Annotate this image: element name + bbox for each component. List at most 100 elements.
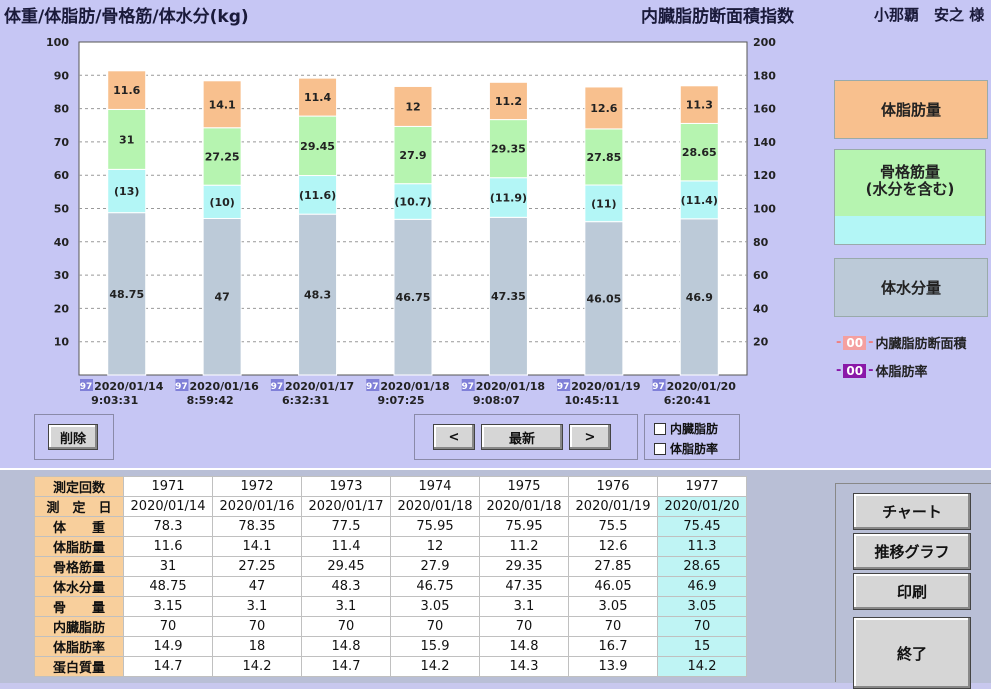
table-cell[interactable]: 13.9 — [568, 656, 658, 677]
id-tag-label: 97 — [461, 382, 474, 392]
table-cell[interactable]: 2020/01/17 — [301, 496, 391, 517]
table-cell[interactable]: 3.05 — [390, 596, 480, 617]
table-cell[interactable]: 2020/01/19 — [568, 496, 658, 517]
print-button[interactable]: 印刷 — [853, 573, 971, 610]
table-cell[interactable]: 78.3 — [123, 516, 213, 537]
table-cell[interactable]: 75.95 — [479, 516, 569, 537]
table-cell[interactable]: 3.1 — [301, 596, 391, 617]
table-cell[interactable]: 3.05 — [568, 596, 658, 617]
table-cell[interactable]: 1971 — [123, 476, 213, 497]
table-cell[interactable]: 14.7 — [123, 656, 213, 677]
table-cell[interactable]: 11.6 — [123, 536, 213, 557]
x-tick-date: 2020/01/18 — [380, 380, 449, 393]
table-cell[interactable]: 75.45 — [657, 516, 747, 537]
chart-button[interactable]: チャート — [853, 493, 971, 530]
row-header: 体 重 — [34, 516, 124, 537]
table-cell[interactable]: 2020/01/14 — [123, 496, 213, 517]
table-cell[interactable]: 12 — [390, 536, 480, 557]
table-cell[interactable]: 12.6 — [568, 536, 658, 557]
table-cell[interactable]: 3.1 — [212, 596, 302, 617]
table-cell[interactable]: 15 — [657, 636, 747, 657]
row-header: 測 定 日 — [34, 496, 124, 517]
exit-button[interactable]: 終了 — [853, 617, 971, 689]
table-cell[interactable]: 2020/01/20 — [657, 496, 747, 517]
y-left-tick: 60 — [54, 169, 70, 182]
table-cell[interactable]: 70 — [212, 616, 302, 637]
table-cell[interactable]: 1975 — [479, 476, 569, 497]
table-cell[interactable]: 14.9 — [123, 636, 213, 657]
table-cell[interactable]: 11.4 — [301, 536, 391, 557]
trend-graph-button[interactable]: 推移グラフ — [853, 533, 971, 570]
x-tick-time: 6:32:31 — [282, 394, 329, 407]
y-left-tick: 40 — [54, 236, 70, 249]
table-cell[interactable]: 27.25 — [212, 556, 302, 577]
table-cell[interactable]: 16.7 — [568, 636, 658, 657]
bar-label-muscle: 29.35 — [491, 143, 526, 156]
table-cell[interactable]: 75.95 — [390, 516, 480, 537]
table-cell[interactable]: 2020/01/18 — [390, 496, 480, 517]
y-right-tick: 200 — [753, 36, 776, 49]
checkbox-icon[interactable] — [654, 422, 666, 435]
table-cell[interactable]: 70 — [657, 616, 747, 637]
id-tag-label: 97 — [271, 382, 284, 392]
bodyfat-checkbox[interactable]: 体脂肪率 — [654, 440, 718, 457]
table-cell[interactable]: 14.2 — [390, 656, 480, 677]
table-cell[interactable]: 29.45 — [301, 556, 391, 577]
table-cell[interactable]: 14.3 — [479, 656, 569, 677]
table-cell[interactable]: 14.8 — [301, 636, 391, 657]
table-cell[interactable]: 46.9 — [657, 576, 747, 597]
id-tag-label: 97 — [366, 382, 379, 392]
latest-button[interactable]: 最新 — [481, 424, 563, 450]
table-cell[interactable]: 70 — [301, 616, 391, 637]
table-cell[interactable]: 14.2 — [657, 656, 747, 677]
table-cell[interactable]: 18 — [212, 636, 302, 657]
table-cell[interactable]: 46.75 — [390, 576, 480, 597]
table-cell[interactable]: 48.3 — [301, 576, 391, 597]
table-cell[interactable]: 2020/01/18 — [479, 496, 569, 517]
table-cell[interactable]: 14.2 — [212, 656, 302, 677]
bar-label-fat: 14.1 — [209, 98, 236, 111]
checkbox-icon[interactable] — [654, 442, 666, 455]
table-cell[interactable]: 1974 — [390, 476, 480, 497]
next-button[interactable]: > — [569, 424, 611, 450]
y-right-tick: 20 — [753, 336, 769, 349]
table-cell[interactable]: 14.1 — [212, 536, 302, 557]
table-cell[interactable]: 70 — [390, 616, 480, 637]
table-cell[interactable]: 1972 — [212, 476, 302, 497]
table-cell[interactable]: 77.5 — [301, 516, 391, 537]
delete-button[interactable]: 削除 — [48, 424, 98, 450]
table-cell[interactable]: 70 — [479, 616, 569, 637]
legend-muscle: 骨格筋量 (水分を含む) — [834, 149, 986, 245]
table-cell[interactable]: 3.15 — [123, 596, 213, 617]
table-cell[interactable]: 11.2 — [479, 536, 569, 557]
bar-label-muscle: 27.9 — [399, 149, 426, 162]
table-cell[interactable]: 28.65 — [657, 556, 747, 577]
table-cell[interactable]: 31 — [123, 556, 213, 577]
table-cell[interactable]: 27.9 — [390, 556, 480, 577]
table-cell[interactable]: 3.1 — [479, 596, 569, 617]
visceral-checkbox[interactable]: 内臓脂肪 — [654, 420, 718, 437]
table-cell[interactable]: 48.75 — [123, 576, 213, 597]
prev-button[interactable]: < — [433, 424, 475, 450]
table-cell[interactable]: 47 — [212, 576, 302, 597]
table-cell[interactable]: 47.35 — [479, 576, 569, 597]
table-cell[interactable]: 1976 — [568, 476, 658, 497]
table-cell[interactable]: 3.05 — [657, 596, 747, 617]
table-cell[interactable]: 14.8 — [479, 636, 569, 657]
table-cell[interactable]: 15.9 — [390, 636, 480, 657]
table-cell[interactable]: 75.5 — [568, 516, 658, 537]
body-composition-chart: 10 20 20 40 30 60 40 80 50 100 60 120 70 140 80 160 90 18… — [46, 36, 776, 407]
table-row: 蛋白質量 14.7 14.2 14.7 14.2 14.3 13.9 14.2 — [34, 656, 747, 677]
table-cell[interactable]: 1973 — [301, 476, 391, 497]
table-cell[interactable]: 29.35 — [479, 556, 569, 577]
table-row: 体 重 78.3 78.35 77.5 75.95 75.95 75.5 75.45 — [34, 516, 747, 537]
table-cell[interactable]: 78.35 — [212, 516, 302, 537]
table-cell[interactable]: 14.7 — [301, 656, 391, 677]
table-cell[interactable]: 11.3 — [657, 536, 747, 557]
table-cell[interactable]: 70 — [123, 616, 213, 637]
table-cell[interactable]: 2020/01/16 — [212, 496, 302, 517]
table-cell[interactable]: 1977 — [657, 476, 747, 497]
table-cell[interactable]: 70 — [568, 616, 658, 637]
table-cell[interactable]: 46.05 — [568, 576, 658, 597]
table-cell[interactable]: 27.85 — [568, 556, 658, 577]
